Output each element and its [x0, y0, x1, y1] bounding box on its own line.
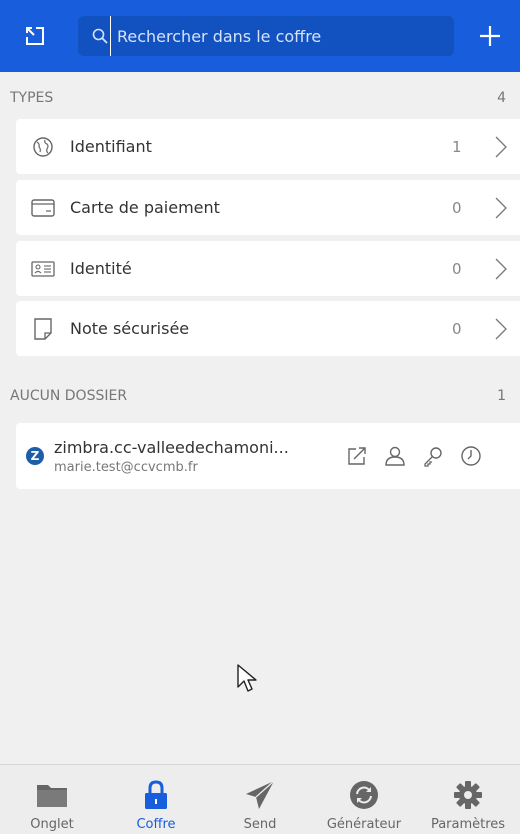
folder-icon [37, 785, 67, 807]
nav-tab-send[interactable]: Send [208, 765, 312, 834]
chevron-right-icon [495, 318, 507, 339]
type-identity[interactable]: Identité 0 [16, 241, 520, 296]
nav-tab-coffre[interactable]: Coffre [104, 765, 208, 834]
type-card[interactable]: Carte de paiement 0 [16, 180, 520, 235]
user-icon [385, 446, 405, 466]
vault-item-username: marie.test@ccvcmb.fr [54, 459, 198, 475]
search-icon [92, 28, 108, 44]
no-folder-count: 1 [497, 388, 506, 404]
top-bar [0, 0, 520, 72]
type-identity-count: 0 [452, 259, 462, 278]
popout-icon [26, 27, 44, 45]
site-favicon: Z [26, 447, 44, 465]
type-card-label: Carte de paiement [70, 198, 220, 217]
types-section-header: TYPES 4 [0, 78, 520, 118]
launch-icon [348, 447, 366, 465]
type-login-count: 1 [452, 137, 462, 156]
search-input[interactable] [110, 16, 454, 56]
chevron-right-icon [495, 197, 507, 218]
nav-label-coffre: Coffre [136, 817, 176, 832]
lock-icon [145, 780, 167, 809]
globe-icon [33, 136, 53, 157]
type-secure-note[interactable]: Note sécurisée 0 [16, 301, 520, 356]
bottom-navigation: Onglet Coffre Send Générateur Paramètres [0, 764, 520, 834]
type-secure-note-count: 0 [452, 319, 462, 338]
nav-label-parametres: Paramètres [430, 817, 506, 832]
nav-tab-parametres[interactable]: Paramètres [416, 765, 520, 834]
type-secure-note-label: Note sécurisée [70, 319, 190, 338]
type-login[interactable]: Identifiant 1 [16, 119, 520, 174]
nav-label-generateur: Générateur [326, 817, 402, 832]
clock-icon [461, 446, 481, 466]
sticky-note-icon [34, 317, 52, 340]
types-count: 4 [497, 90, 506, 106]
plus-icon [480, 26, 500, 46]
gear-icon [454, 781, 482, 809]
mouse-cursor-icon [237, 664, 257, 692]
popout-button[interactable] [0, 0, 70, 72]
id-card-icon [31, 260, 55, 277]
vault-item-name: zimbra.cc-valleedechamoni... [54, 437, 289, 457]
paper-plane-icon [246, 780, 275, 809]
chevron-right-icon [495, 258, 507, 279]
add-item-button[interactable] [460, 0, 520, 72]
nav-label-onglet: Onglet [30, 817, 74, 832]
vault-item[interactable]: Z zimbra.cc-valleedechamoni... marie.tes… [16, 423, 520, 489]
copy-password-button[interactable] [414, 436, 452, 476]
copy-totp-button[interactable] [452, 436, 490, 476]
types-title: TYPES [10, 90, 54, 106]
launch-button[interactable] [338, 436, 376, 476]
nav-label-send: Send [243, 817, 277, 832]
key-icon [424, 447, 442, 467]
search-box [78, 16, 454, 56]
type-login-label: Identifiant [70, 137, 152, 156]
credit-card-icon [31, 198, 55, 217]
chevron-right-icon [495, 136, 507, 157]
no-folder-title: AUCUN DOSSIER [10, 388, 128, 404]
refresh-icon [350, 781, 378, 809]
type-card-count: 0 [452, 198, 462, 217]
type-identity-label: Identité [70, 259, 132, 278]
nav-tab-generateur[interactable]: Générateur [312, 765, 416, 834]
nav-tab-onglet[interactable]: Onglet [0, 765, 104, 834]
copy-username-button[interactable] [376, 436, 414, 476]
no-folder-section-header: AUCUN DOSSIER 1 [0, 376, 520, 416]
